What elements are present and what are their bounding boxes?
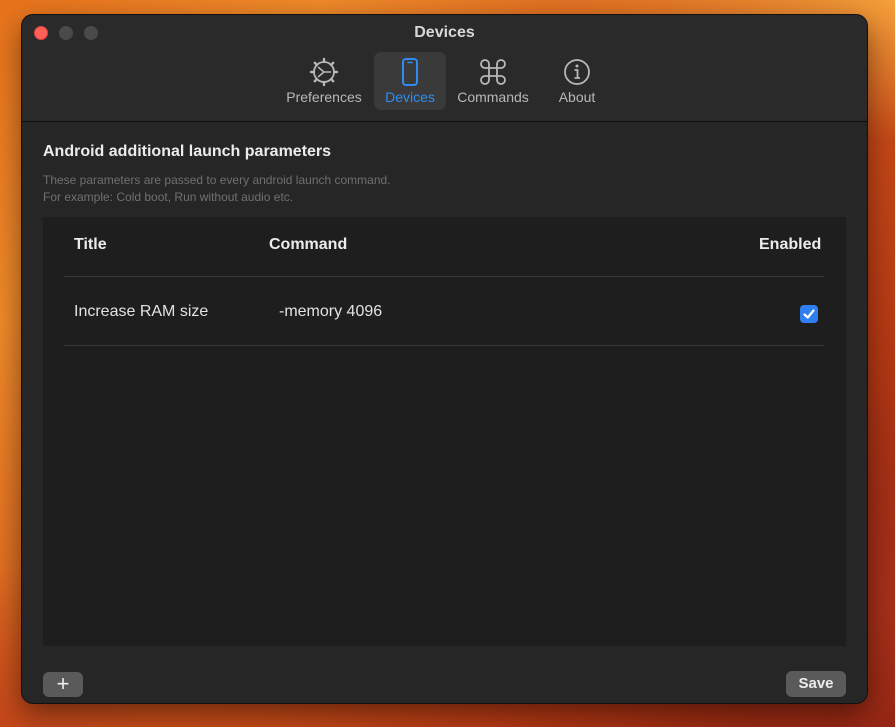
devices-window: Devices Preferences Devices Commands Abo…	[22, 15, 867, 703]
column-header-enabled[interactable]: Enabled	[759, 236, 821, 254]
gear-icon	[309, 57, 339, 87]
settings-toolbar: Preferences Devices Commands About	[22, 51, 867, 113]
row-divider	[64, 345, 824, 346]
tab-devices[interactable]: Devices	[374, 52, 446, 110]
tab-about-label: About	[558, 89, 596, 105]
column-header-title[interactable]: Title	[74, 236, 107, 254]
row-title-cell[interactable]: Increase RAM size	[74, 303, 208, 321]
section-title: Android additional launch parameters	[43, 143, 332, 160]
description-line-2: For example: Cold boot, Run without audi…	[43, 190, 294, 204]
window-title: Devices	[414, 24, 475, 41]
column-header-command[interactable]: Command	[269, 236, 347, 254]
row-enabled-checkbox[interactable]	[800, 305, 818, 323]
tab-preferences-label: Preferences	[286, 89, 362, 105]
checkmark-icon	[803, 309, 815, 319]
section-description: These parameters are passed to every and…	[43, 172, 391, 206]
header-divider	[64, 276, 824, 277]
phone-icon	[402, 58, 418, 86]
command-icon	[480, 59, 506, 85]
description-line-1: These parameters are passed to every and…	[43, 173, 391, 187]
tab-devices-label: Devices	[385, 89, 435, 105]
tab-commands-label: Commands	[457, 89, 529, 105]
save-button[interactable]: Save	[786, 671, 846, 697]
add-parameter-button[interactable]: +	[43, 672, 83, 697]
devices-content: Android additional launch parameters The…	[22, 122, 867, 703]
tab-preferences[interactable]: Preferences	[280, 52, 368, 110]
tab-commands[interactable]: Commands	[452, 52, 534, 110]
info-icon	[564, 59, 590, 85]
titlebar: Devices Preferences Devices Commands Abo…	[22, 15, 867, 122]
row-command-cell[interactable]: -memory 4096	[279, 303, 382, 321]
tab-about[interactable]: About	[540, 52, 614, 110]
launch-parameters-table: Title Command Enabled Increase RAM size …	[43, 217, 846, 646]
